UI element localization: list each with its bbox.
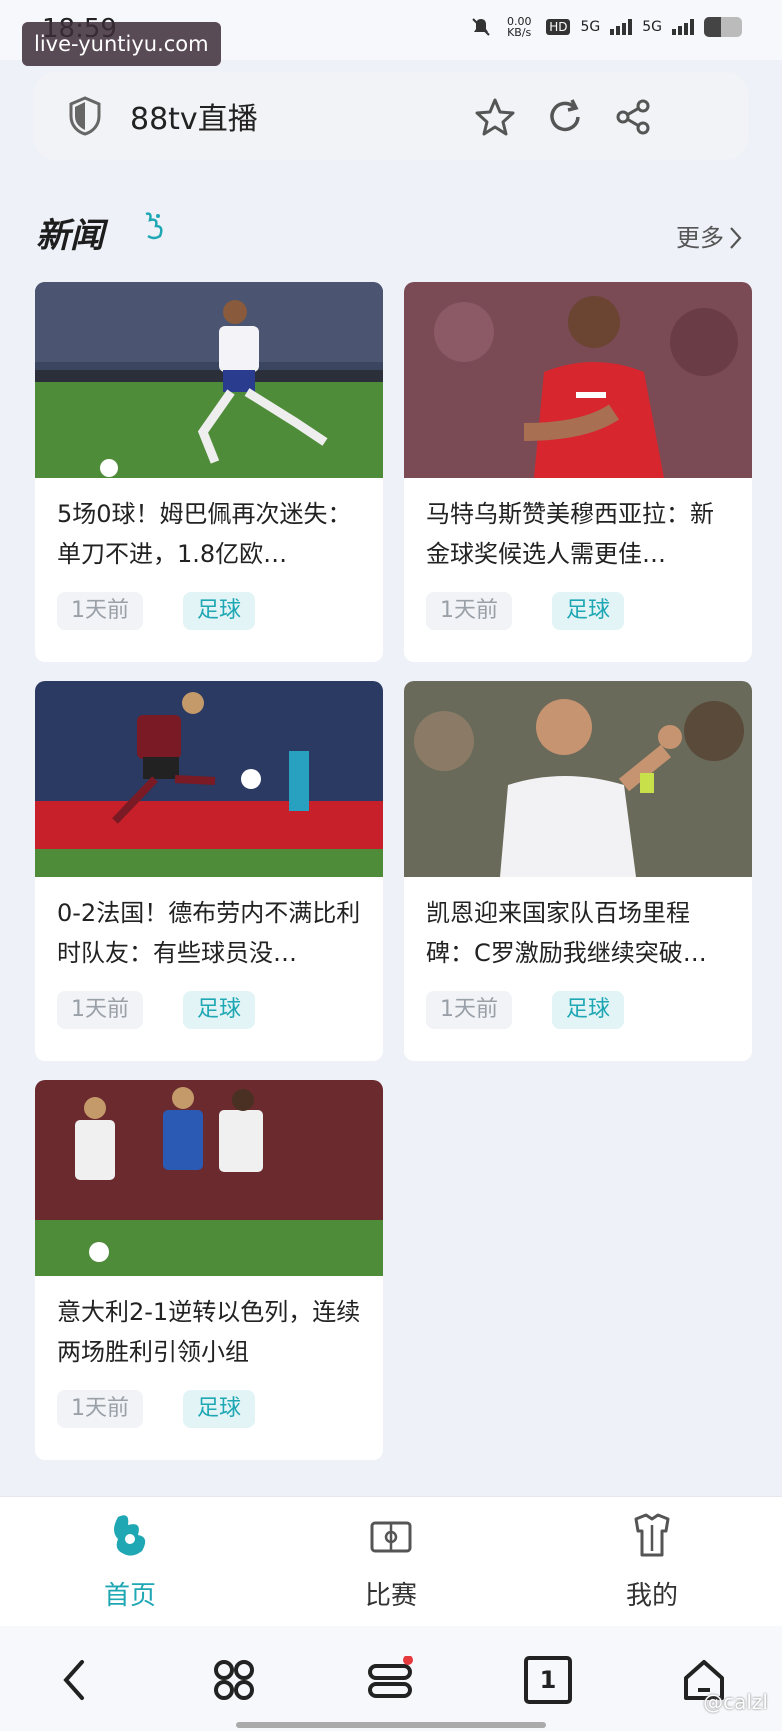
profile-icon (634, 1513, 670, 1557)
signal-label-2: 5G (642, 19, 662, 35)
tab-count: 1 (539, 1666, 557, 1694)
apps-icon[interactable] (210, 1656, 258, 1704)
signal-label-1: 5G (580, 19, 601, 35)
net-speed: 0.00 KB/s (506, 15, 532, 39)
news-time: 1天前 (426, 991, 512, 1029)
player-photo-england (404, 681, 752, 877)
news-tag[interactable]: 足球 (183, 991, 256, 1029)
news-tag[interactable]: 足球 (183, 1390, 256, 1428)
section-title: 新闻 (36, 216, 104, 256)
page-title: 88tv直播 (130, 102, 258, 137)
news-tag[interactable]: 足球 (552, 991, 625, 1029)
bottom-tabbar: 首页 比赛 我的 (0, 1496, 782, 1626)
more-link[interactable]: 更多 (676, 218, 742, 253)
player-photo-italy (35, 1080, 383, 1276)
match-icon (370, 1521, 412, 1553)
status-icons: 0.00 KB/s HD 5G 5G (470, 16, 742, 38)
chevron-right-icon (730, 227, 742, 249)
news-tag[interactable]: 足球 (552, 592, 625, 630)
watermark-label: live-yuntiyu.com (22, 22, 221, 66)
news-card[interactable]: 5场0球！姆巴佩再次迷失：单刀不进，1.8亿欧… 1天前 足球 (35, 282, 383, 662)
signal-icon (672, 19, 694, 35)
status-bar: 18:59 live-yuntiyu.com 0.00 KB/s HD 5G 5… (0, 0, 782, 66)
news-card[interactable]: 0-2法国！德布劳内不满比利时队友：有些球员没… 1天前 足球 (35, 681, 383, 1061)
news-time: 1天前 (57, 991, 143, 1029)
address-bar[interactable]: 88tv直播 (34, 72, 748, 160)
player-photo-bayern (404, 282, 752, 478)
star-icon[interactable] (474, 96, 516, 138)
news-time: 1天前 (57, 592, 143, 630)
footer-watermark: @calzl (703, 1690, 768, 1714)
signal-icon (610, 19, 633, 35)
system-nav-bar: 1 (0, 1626, 782, 1731)
more-label: 更多 (676, 224, 724, 252)
tab-profile[interactable]: 我的 (582, 1511, 722, 1612)
bell-off-icon (472, 18, 490, 36)
tab-home[interactable]: 首页 (60, 1511, 200, 1612)
logo-icon (145, 212, 163, 240)
share-icon[interactable] (612, 96, 654, 138)
tabs-icon[interactable]: 1 (524, 1656, 572, 1704)
news-time: 1天前 (57, 1390, 143, 1428)
tab-home-label: 首页 (103, 1581, 156, 1611)
news-time: 1天前 (426, 592, 512, 630)
player-photo-france (35, 282, 383, 478)
news-headline: 5场0球！姆巴佩再次迷失：单刀不进，1.8亿欧… (57, 500, 352, 568)
battery-icon (704, 17, 742, 37)
back-icon[interactable] (52, 1656, 100, 1704)
hd-icon: HD (546, 19, 571, 35)
menu-icon[interactable] (366, 1656, 414, 1704)
shield-icon[interactable] (68, 96, 102, 136)
news-card[interactable]: 凯恩迎来国家队百场里程碑：C罗激励我继续突破… 1天前 足球 (404, 681, 752, 1061)
tab-matches-label: 比赛 (364, 1581, 417, 1611)
tab-matches[interactable]: 比赛 (321, 1511, 461, 1612)
news-headline: 意大利2-1逆转以色列，连续两场胜利引领小组 (57, 1298, 361, 1366)
news-card[interactable]: 马特乌斯赞美穆西亚拉：新金球奖候选人需更佳… 1天前 足球 (404, 282, 752, 662)
news-headline: 凯恩迎来国家队百场里程碑：C罗激励我继续突破… (426, 899, 707, 967)
news-headline: 马特乌斯赞美穆西亚拉：新金球奖候选人需更佳… (426, 500, 714, 568)
home-indicator[interactable] (236, 1722, 546, 1728)
player-photo-belgium (35, 681, 383, 877)
refresh-icon[interactable] (544, 96, 586, 138)
news-tag[interactable]: 足球 (183, 592, 256, 630)
news-card[interactable]: 意大利2-1逆转以色列，连续两场胜利引领小组 1天前 足球 (35, 1080, 383, 1460)
tab-profile-label: 我的 (625, 1581, 678, 1611)
home-logo-icon (114, 1515, 146, 1556)
news-headline: 0-2法国！德布劳内不满比利时队友：有些球员没… (57, 899, 361, 967)
